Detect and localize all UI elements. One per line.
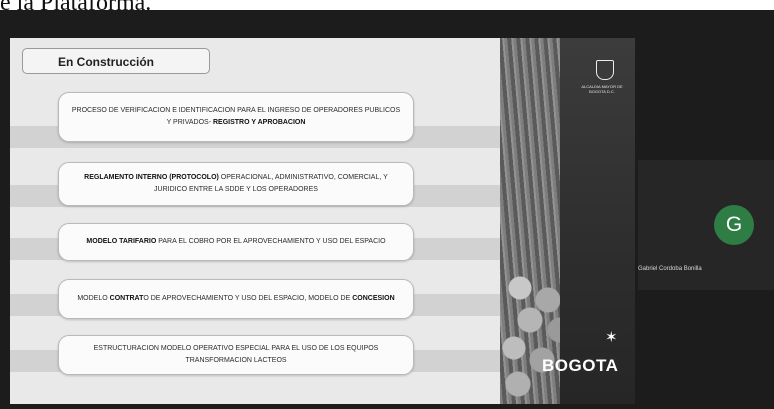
shared-slide: En Construcción PROCESO DE VERIFICACION …: [10, 38, 635, 404]
slide-item-text: MODELO CONTRATO DE APROVECHAMIENTO Y USO…: [77, 293, 394, 305]
market-photo: ALCALDIA MAYOR DE BOGOTA D.C. ✶ BOGOTA: [500, 38, 635, 404]
slide-item-emphasis: REGISTRO Y APROBACION: [212, 119, 306, 126]
coat-of-arms-icon: [596, 60, 614, 80]
slide-item-emphasis: CONTRAT: [109, 295, 144, 302]
slide-item-emphasis: CONCESION: [352, 295, 395, 302]
crest-caption: ALCALDIA MAYOR DE BOGOTA D.C.: [581, 84, 623, 94]
slide-item-segment: O DE APROVECHAMIENTO Y USO DEL ESPACIO, …: [143, 295, 353, 302]
slide-item-emphasis: REGLAMENTO INTERNO (PROTOCOLO): [84, 174, 219, 181]
participant-avatar: G: [714, 205, 754, 245]
slide-item-segment: MODELO: [77, 295, 110, 302]
slide-item: PROCESO DE VERIFICACION E IDENTIFICACION…: [58, 92, 414, 142]
slide-item-text: MODELO TARIFARIO PARA EL COBRO POR EL AP…: [86, 236, 385, 248]
slide-item-segment: PARA EL COBRO POR EL APROVECHAMIENTO Y U…: [156, 238, 386, 245]
slide-item-emphasis: MODELO TARIFARIO: [86, 238, 157, 245]
slide-item-text: REGLAMENTO INTERNO (PROTOCOLO) OPERACION…: [69, 172, 403, 196]
brand-panel: ALCALDIA MAYOR DE BOGOTA D.C. ✶: [560, 38, 635, 404]
slide-item: MODELO TARIFARIO PARA EL COBRO POR EL AP…: [58, 223, 414, 261]
slide-item-text: ESTRUCTURACION MODELO OPERATIVO ESPECIAL…: [69, 343, 403, 367]
meeting-view: En Construcción PROCESO DE VERIFICACION …: [0, 10, 774, 409]
slide-item-segment: ESTRUCTURACION MODELO OPERATIVO ESPECIAL…: [93, 345, 379, 364]
slide-item: MODELO CONTRATO DE APROVECHAMIENTO Y USO…: [58, 279, 414, 319]
slide-item-text: PROCESO DE VERIFICACION E IDENTIFICACION…: [69, 105, 403, 129]
slide-item: REGLAMENTO INTERNO (PROTOCOLO) OPERACION…: [58, 162, 414, 206]
star-icon: ✶: [605, 329, 618, 346]
participant-name: Gabriel Cordoba Bonilla: [638, 266, 702, 272]
participant-tile[interactable]: G Gabriel Cordoba Bonilla: [638, 160, 774, 290]
section-title-tag: En Construcción: [22, 48, 210, 74]
slide-item: ESTRUCTURACION MODELO OPERATIVO ESPECIAL…: [58, 335, 414, 375]
bogota-logo: BOGOTA: [542, 356, 619, 375]
